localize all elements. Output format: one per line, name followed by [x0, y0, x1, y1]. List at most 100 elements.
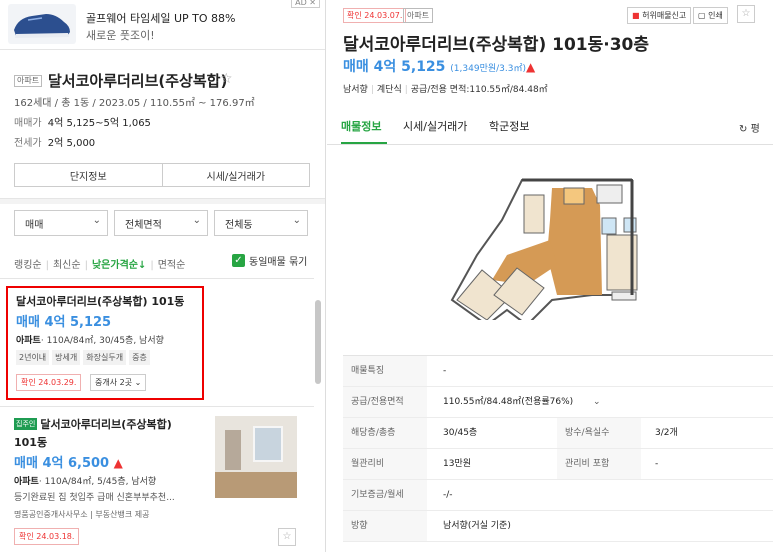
scrollbar-thumb[interactable] [315, 300, 321, 384]
lease-price-range: 전세가 2억 5,000 [14, 134, 95, 149]
area-filter[interactable]: 전체면적 ⌄ [114, 210, 208, 236]
favorite-star-icon[interactable]: ☆ [737, 5, 755, 23]
list-divider [0, 406, 314, 407]
lease-price-value: 2억 5,000 [47, 138, 96, 149]
ad-banner[interactable]: 골프웨어 타임세일 UP TO 88% 새로운 풋조이! AD ✕ [0, 0, 325, 50]
detail-direction: 남서향 [343, 85, 368, 95]
info-row-deposit: 기보증금/월세 -/- [343, 480, 773, 511]
info-key: 방향 [343, 511, 427, 541]
info-key: 공급/전용면적 [343, 387, 427, 417]
tab-divider [327, 144, 773, 145]
lease-price-label: 전세가 [14, 138, 42, 149]
unit-toggle-label: 평 [750, 124, 760, 135]
chevron-down-icon: ⌄ [292, 215, 301, 226]
detail-stair-type: 계단식 [376, 85, 402, 95]
info-value: 남서향(거실 기준) [443, 521, 511, 531]
info-value: - [655, 459, 659, 469]
listing-photo[interactable] [215, 416, 297, 498]
info-value: -/- [443, 490, 453, 500]
trade-type-filter[interactable]: 매매 ⌄ [14, 210, 108, 236]
favorite-star-icon[interactable]: ☆ [278, 528, 296, 546]
checkbox-checked-icon[interactable]: ✓ [232, 254, 245, 267]
report-fake-listing-button[interactable]: ■ 허위매물신고 [627, 7, 692, 24]
tab-listing-info[interactable]: 매물정보 [341, 118, 381, 134]
print-button[interactable]: ▢ 인쇄 [693, 7, 728, 24]
confirm-date-badge: 확인 24.03.18. [14, 528, 80, 545]
listing-title: 달서코아루더리브(주상복합) 101동 [16, 295, 185, 308]
detail-price: 매매 4억 5,125 [343, 59, 446, 75]
info-row-area: 공급/전용면적 110.55㎡/84.48㎡(전용률76%) ⌄ [343, 387, 773, 418]
price-up-arrow-icon: ▲ [113, 456, 123, 470]
tab-school-info[interactable]: 학군정보 [489, 118, 529, 134]
sale-price-label: 매매가 [14, 118, 42, 129]
listing-spec: 아파트· 110A/84㎡, 5/45층, 남서향 [14, 474, 156, 487]
complex-title: 달서코아루더리브(주상복합) [48, 72, 228, 90]
list-divider [0, 278, 314, 279]
sort-area[interactable]: 면적순 [158, 260, 186, 271]
listing-spec-detail: · 110A/84㎡, 30/45층, 남서향 [40, 336, 164, 346]
complex-button-row: 단지정보 시세/실거래가 [14, 163, 310, 187]
complex-price-button[interactable]: 시세/실거래가 [161, 164, 310, 186]
info-key: 해당층/총층 [343, 418, 427, 448]
report-label: 허위매물신고 [642, 11, 687, 20]
listing-price-row: 매매 4억 6,500 ▲ [14, 452, 123, 471]
listing-item-highlighted[interactable]: 달서코아루더리브(주상복합) 101동 매매 4억 5,125 아파트· 110… [6, 286, 204, 400]
detail-confirm-badge: 확인 24.03.07. [343, 8, 407, 23]
same-listing-toggle[interactable]: ✓ 동일매물 묶기 [232, 253, 307, 268]
listing-agency: 명품공인중개사사무소 | 부동산뱅크 제공 [14, 510, 150, 519]
unit-toggle-button[interactable]: ↻ 평 [739, 120, 760, 135]
same-listing-label: 동일매물 묶기 [249, 257, 308, 268]
chevron-down-icon: ⌄ [192, 215, 201, 226]
floor-plan-image[interactable] [432, 160, 662, 327]
ad-title: 골프웨어 타임세일 UP TO 88% [86, 12, 236, 25]
listing-title-text: 달서코아루더리브(주상복합) [40, 418, 172, 431]
agent-count-label: 중개사 2곳 [95, 378, 133, 387]
ad-close-badge[interactable]: AD ✕ [291, 0, 320, 8]
listing-tag: 2년이내 [16, 350, 50, 365]
listing-spec-type: 아파트 [16, 336, 41, 346]
sort-latest[interactable]: 최신순 [53, 260, 81, 271]
ad-subtitle: 새로운 풋조이! [86, 29, 155, 42]
listing-description: 등기완료된 집 첫입주 급매 신혼부부추천... [14, 493, 175, 503]
refresh-icon: ↻ [739, 124, 748, 135]
listing-spec-type: 아파트 [14, 477, 39, 487]
sort-low-price[interactable]: 낮은가격순↓ [92, 260, 146, 271]
info-value: 30/45층 [443, 428, 478, 438]
listing-price: 매매 4억 6,500 [14, 456, 110, 471]
info-row-direction: 방향 남서향(거실 기준) [343, 511, 773, 542]
info-value: 110.55㎡/84.48㎡(전용률76%) [443, 397, 574, 407]
complex-info-button[interactable]: 단지정보 [15, 164, 162, 186]
detail-type-tag: 아파트 [403, 8, 434, 23]
trade-type-value: 매매 [25, 219, 44, 231]
listing-spec: 아파트· 110A/84㎡, 30/45층, 남서향 [16, 333, 164, 346]
agent-count-dropdown[interactable]: 중개사 2곳 ⌄ [90, 374, 147, 391]
chevron-down-icon[interactable]: ⌄ [593, 387, 601, 417]
detail-title: 달서코아루더리브(주상복합) 101동·30층 [343, 35, 650, 55]
sort-ranking[interactable]: 랭킹순 [14, 260, 42, 271]
chevron-down-icon: ⌄ [92, 215, 101, 226]
dong-filter[interactable]: 전체동 ⌄ [214, 210, 308, 236]
area-value: 전체면적 [125, 219, 162, 231]
print-icon: ▢ [698, 11, 706, 20]
info-row-feature: 매물특징 - [343, 356, 773, 387]
listing-title-line1: 집주인 달서코아루더리브(주상복합) [14, 416, 172, 432]
detail-meta: 남서향 | 계단식 | 공급/전용 면적:110.55㎡/84.48㎡ [343, 85, 548, 95]
listing-price: 매매 4억 5,125 [16, 315, 112, 330]
favorite-star-icon[interactable]: ☆ [220, 71, 233, 87]
info-key: 기보증금/월세 [343, 480, 427, 510]
price-up-arrow-icon: ▲ [526, 60, 536, 74]
dong-value: 전체동 [225, 219, 253, 231]
detail-area: 공급/전용 면적:110.55㎡/84.48㎡ [410, 85, 548, 95]
info-key: 월관리비 [343, 449, 427, 479]
info-value: 13만원 [443, 459, 472, 469]
info-value: - [443, 366, 447, 376]
tab-price-history[interactable]: 시세/실거래가 [403, 118, 467, 134]
complex-type-tag: 아파트 [14, 75, 43, 87]
info-row-maintenance: 월관리비 13만원 관리비 포함 - [343, 449, 773, 480]
detail-price-row: 매매 4억 5,125 (1,349만원/3.3㎡)▲ [343, 56, 535, 76]
alert-icon: ■ [632, 11, 640, 20]
sale-price-range: 매매가 4억 5,125~5억 1,065 [14, 114, 151, 129]
info-key: 방수/욕실수 [557, 418, 641, 448]
listing-title-line2: 101동 [14, 436, 48, 449]
info-key: 매물특징 [343, 356, 427, 386]
